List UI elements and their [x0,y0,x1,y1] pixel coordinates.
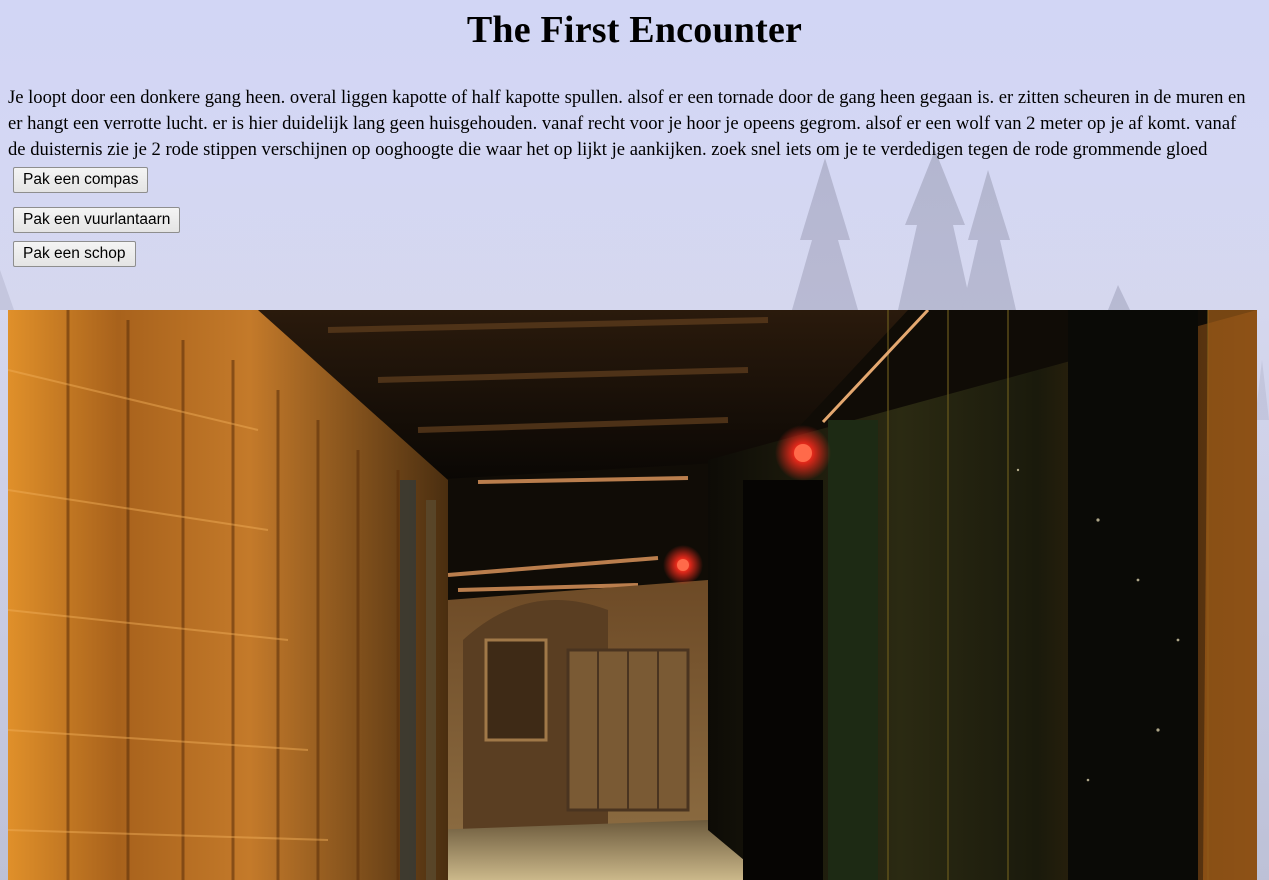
alley-scene-image [8,310,1257,880]
take-shovel-button[interactable]: Pak een schop [13,241,136,267]
page-title: The First Encounter [466,9,803,51]
alley-illustration [8,310,1257,880]
take-compass-button[interactable]: Pak een compas [13,167,149,193]
story-text: Je loopt door een donkere gang heen. ove… [8,87,1246,160]
take-lantern-button[interactable]: Pak een vuurlantaarn [13,207,181,233]
